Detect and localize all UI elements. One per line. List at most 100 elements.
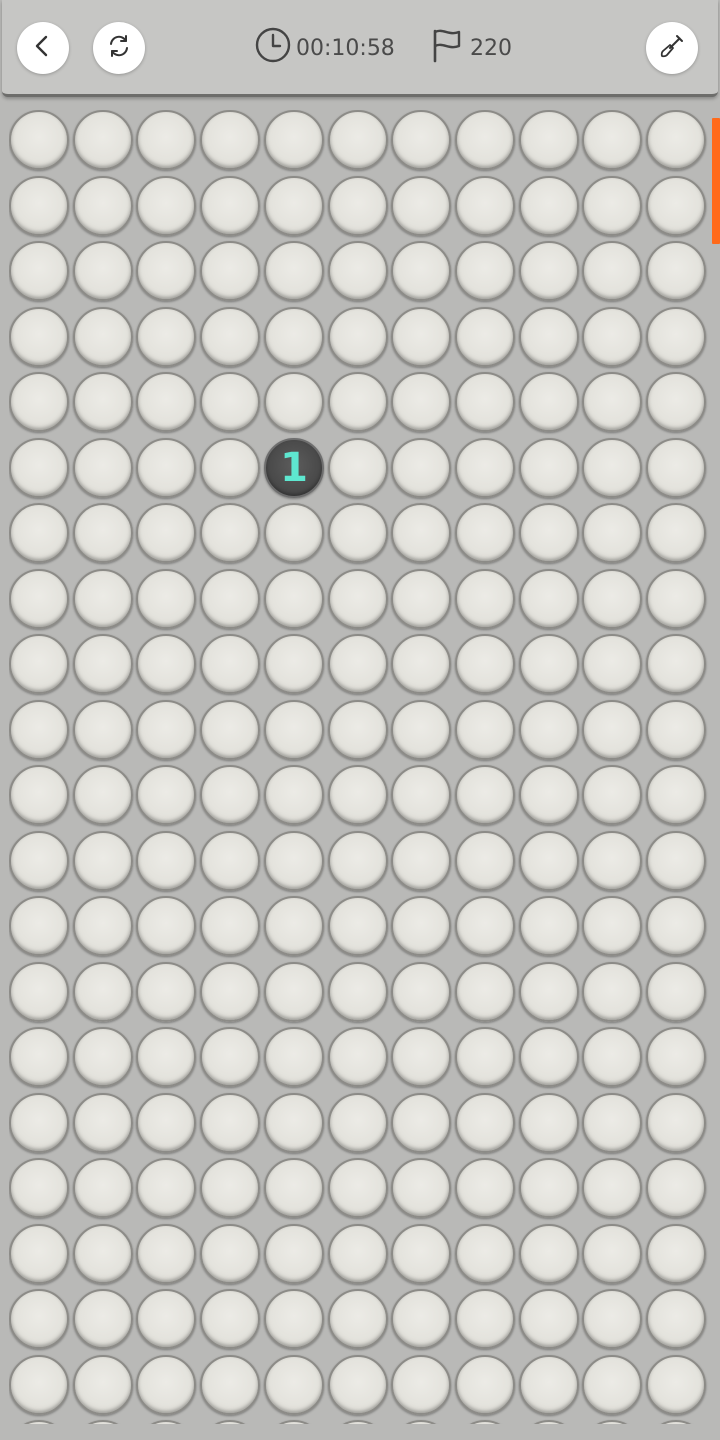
board-cell[interactable] [328, 962, 388, 1022]
board-cell[interactable] [455, 634, 515, 694]
board-cell[interactable] [328, 110, 388, 170]
board-cell[interactable] [391, 307, 451, 367]
board-cell[interactable] [73, 634, 133, 694]
board-cell[interactable] [9, 110, 69, 170]
board-cell[interactable] [519, 241, 579, 301]
board-cell[interactable] [136, 896, 196, 956]
board-cell[interactable] [455, 438, 515, 498]
board-cell[interactable] [73, 700, 133, 760]
board-cell[interactable] [582, 307, 642, 367]
board-cell[interactable] [200, 503, 260, 563]
board-cell[interactable] [328, 831, 388, 891]
board-cell[interactable] [73, 110, 133, 170]
board-cell[interactable] [200, 307, 260, 367]
board-cell[interactable] [519, 438, 579, 498]
scrollbar[interactable] [712, 118, 720, 244]
board-cell[interactable] [582, 1158, 642, 1218]
board-cell[interactable] [136, 1093, 196, 1153]
board-cell[interactable] [200, 1027, 260, 1087]
board-cell[interactable] [264, 765, 324, 825]
board-cell[interactable] [73, 765, 133, 825]
board-cell[interactable] [646, 1420, 706, 1424]
board-cell[interactable] [646, 176, 706, 236]
board-cell[interactable] [264, 1027, 324, 1087]
restart-button[interactable] [93, 22, 145, 74]
board-cell[interactable] [73, 372, 133, 432]
board-cell[interactable] [9, 1355, 69, 1415]
board-cell[interactable] [200, 1355, 260, 1415]
board-cell[interactable] [391, 1355, 451, 1415]
board-cell[interactable] [391, 1027, 451, 1087]
board-cell[interactable] [200, 1420, 260, 1424]
board-cell[interactable] [582, 438, 642, 498]
board-cell[interactable] [136, 307, 196, 367]
board-cell[interactable] [582, 110, 642, 170]
back-button[interactable] [17, 22, 69, 74]
board-cell[interactable] [582, 1027, 642, 1087]
board-cell[interactable] [328, 700, 388, 760]
board-cell[interactable] [136, 241, 196, 301]
board-cell[interactable] [646, 241, 706, 301]
board-cell[interactable] [391, 1289, 451, 1349]
board-cell[interactable] [328, 765, 388, 825]
board-cell[interactable] [328, 1289, 388, 1349]
board-cell[interactable] [519, 1158, 579, 1218]
board-cell[interactable] [264, 962, 324, 1022]
board-cell[interactable] [136, 1420, 196, 1424]
board-cell[interactable] [200, 1224, 260, 1284]
board-cell[interactable] [519, 1093, 579, 1153]
board-cell[interactable] [73, 241, 133, 301]
board-cell[interactable] [519, 110, 579, 170]
board-cell[interactable] [73, 438, 133, 498]
board-cell[interactable] [328, 372, 388, 432]
board-cell[interactable] [328, 1224, 388, 1284]
board-cell[interactable] [73, 503, 133, 563]
board-cell[interactable] [519, 634, 579, 694]
board-cell[interactable] [455, 1289, 515, 1349]
board-cell[interactable] [519, 307, 579, 367]
board-cell[interactable] [328, 569, 388, 629]
board-cell[interactable] [9, 503, 69, 563]
board-cell[interactable] [9, 176, 69, 236]
board-cell[interactable] [646, 503, 706, 563]
board-cell[interactable] [519, 372, 579, 432]
board-cell[interactable] [328, 634, 388, 694]
board-cell[interactable] [519, 569, 579, 629]
board-cell[interactable] [264, 110, 324, 170]
board-cell[interactable] [391, 765, 451, 825]
board-cell[interactable] [136, 1224, 196, 1284]
board-cell[interactable] [582, 831, 642, 891]
board-cell[interactable] [391, 700, 451, 760]
board-cell[interactable] [391, 110, 451, 170]
board-cell[interactable] [646, 1158, 706, 1218]
board-cell[interactable] [582, 1093, 642, 1153]
board-cell[interactable] [646, 962, 706, 1022]
board-cell[interactable] [200, 962, 260, 1022]
board-cell[interactable] [200, 176, 260, 236]
board-cell[interactable] [455, 1420, 515, 1424]
board-cell[interactable] [9, 634, 69, 694]
board-cell[interactable] [646, 634, 706, 694]
board-cell[interactable] [73, 307, 133, 367]
board-cell[interactable] [582, 700, 642, 760]
board-cell[interactable] [646, 1355, 706, 1415]
board-cell[interactable] [582, 1355, 642, 1415]
board-cell[interactable] [328, 241, 388, 301]
board-cell[interactable] [391, 438, 451, 498]
board-cell[interactable] [136, 1027, 196, 1087]
board-cell[interactable] [264, 831, 324, 891]
board-cell[interactable] [73, 1158, 133, 1218]
board-cell[interactable] [73, 1289, 133, 1349]
board-cell[interactable] [73, 1093, 133, 1153]
board-cell[interactable] [264, 307, 324, 367]
board-cell[interactable] [519, 1355, 579, 1415]
board-cell[interactable] [455, 896, 515, 956]
board-cell[interactable] [200, 372, 260, 432]
board-cell[interactable] [264, 1158, 324, 1218]
board-cell[interactable] [455, 1027, 515, 1087]
board-cell[interactable] [136, 569, 196, 629]
board-cell[interactable] [264, 896, 324, 956]
board-cell[interactable] [73, 831, 133, 891]
board-cell[interactable] [582, 896, 642, 956]
board-cell[interactable] [455, 372, 515, 432]
